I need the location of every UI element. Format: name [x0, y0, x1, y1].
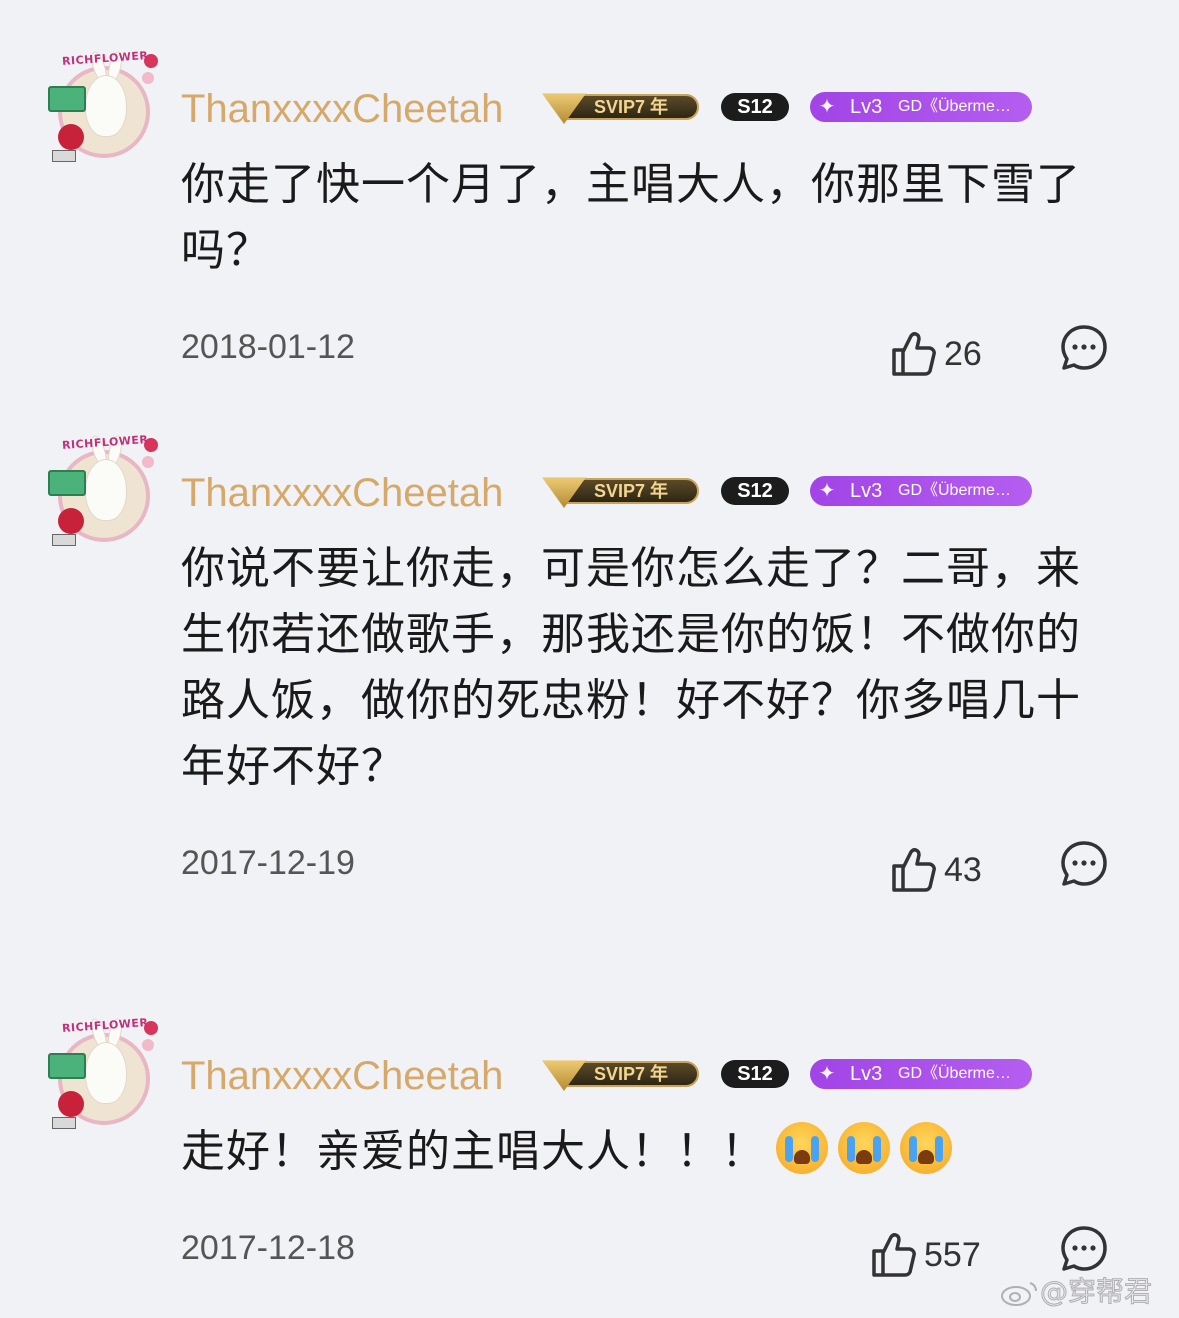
level-badge[interactable]: ✦ Lv3 GD《Überme…: [810, 92, 1032, 122]
watermark: @穿帮君: [1000, 1270, 1153, 1310]
level-badge[interactable]: ✦ Lv3 GD《Überme…: [810, 1059, 1032, 1089]
sparkle-icon: ✦: [818, 1063, 836, 1085]
rabbit-image: [86, 76, 126, 136]
avatar[interactable]: RICHFLOWER: [44, 1013, 162, 1133]
thumbs-up-icon: [872, 1233, 916, 1277]
level-label: Lv3: [850, 480, 883, 502]
avatar[interactable]: RICHFLOWER: [44, 46, 162, 166]
level-title: GD《Überme…: [898, 1065, 1011, 1082]
blossom-decoration: [142, 1039, 154, 1051]
comment-text-row: 走好！亲爱的主唱大人！！！: [181, 1119, 1111, 1185]
like-count: 557: [924, 1236, 981, 1275]
username[interactable]: ThanxxxxCheetah: [181, 85, 503, 133]
svip-badge[interactable]: SVIP7 年: [542, 1057, 699, 1091]
comment-date: 2017-12-18: [181, 1229, 355, 1267]
blossom-decoration: [142, 72, 154, 84]
like-button[interactable]: 43: [890, 844, 982, 894]
s12-badge[interactable]: S12: [721, 477, 789, 505]
like-count: 26: [944, 335, 982, 374]
sign-decoration: [48, 1053, 86, 1079]
loudly-crying-face-icon: [838, 1122, 890, 1174]
comment-text: 你说不要让你走，可是你怎么走了？二哥，来生你若还做歌手，那我还是你的饭！不做你的…: [181, 543, 1081, 792]
username[interactable]: ThanxxxxCheetah: [181, 469, 503, 517]
comment-bubble-icon[interactable]: [1060, 324, 1108, 372]
comment-text: 走好！亲爱的主唱大人！！！: [181, 1126, 766, 1177]
sparkle-icon: ✦: [818, 96, 836, 118]
svip-badge[interactable]: SVIP7 年: [542, 90, 699, 124]
sparkle-icon: ✦: [818, 480, 836, 502]
like-button[interactable]: 26: [890, 328, 982, 378]
pot-decoration: [52, 534, 76, 546]
comment-bubble-icon[interactable]: [1060, 1225, 1108, 1273]
like-count: 43: [944, 851, 982, 890]
thumbs-up-icon: [892, 848, 936, 892]
pot-decoration: [52, 1117, 76, 1129]
username[interactable]: ThanxxxxCheetah: [181, 1052, 503, 1100]
thumbs-up-icon: [892, 332, 936, 376]
loudly-crying-face-icon: [776, 1122, 828, 1174]
comment-date: 2017-12-19: [181, 844, 355, 882]
flower-decoration: [58, 1091, 84, 1117]
like-button[interactable]: 557: [870, 1229, 981, 1279]
level-label: Lv3: [850, 1063, 883, 1085]
loudly-crying-face-icon: [900, 1122, 952, 1174]
level-badge[interactable]: ✦ Lv3 GD《Überme…: [810, 476, 1032, 506]
rabbit-image: [86, 1043, 126, 1103]
comment-bubble-icon[interactable]: [1060, 840, 1108, 888]
svip-badge[interactable]: SVIP7 年: [542, 474, 699, 508]
comment-date: 2018-01-12: [181, 328, 355, 366]
level-label: Lv3: [850, 96, 883, 118]
rabbit-image: [86, 460, 126, 520]
level-title: GD《Überme…: [898, 98, 1011, 115]
pot-decoration: [52, 150, 76, 162]
blossom-decoration: [142, 456, 154, 468]
watermark-text: @穿帮君: [1039, 1275, 1153, 1309]
s12-badge[interactable]: S12: [721, 93, 789, 121]
weibo-logo-icon: [1001, 1282, 1037, 1306]
comment-text: 你走了快一个月了，主唱大人，你那里下雪了吗？: [181, 159, 1081, 276]
flower-decoration: [58, 124, 84, 150]
flower-decoration: [58, 508, 84, 534]
sign-decoration: [48, 470, 86, 496]
sign-decoration: [48, 86, 86, 112]
s12-badge[interactable]: S12: [721, 1060, 789, 1088]
level-title: GD《Überme…: [898, 482, 1011, 499]
avatar[interactable]: RICHFLOWER: [44, 430, 162, 550]
